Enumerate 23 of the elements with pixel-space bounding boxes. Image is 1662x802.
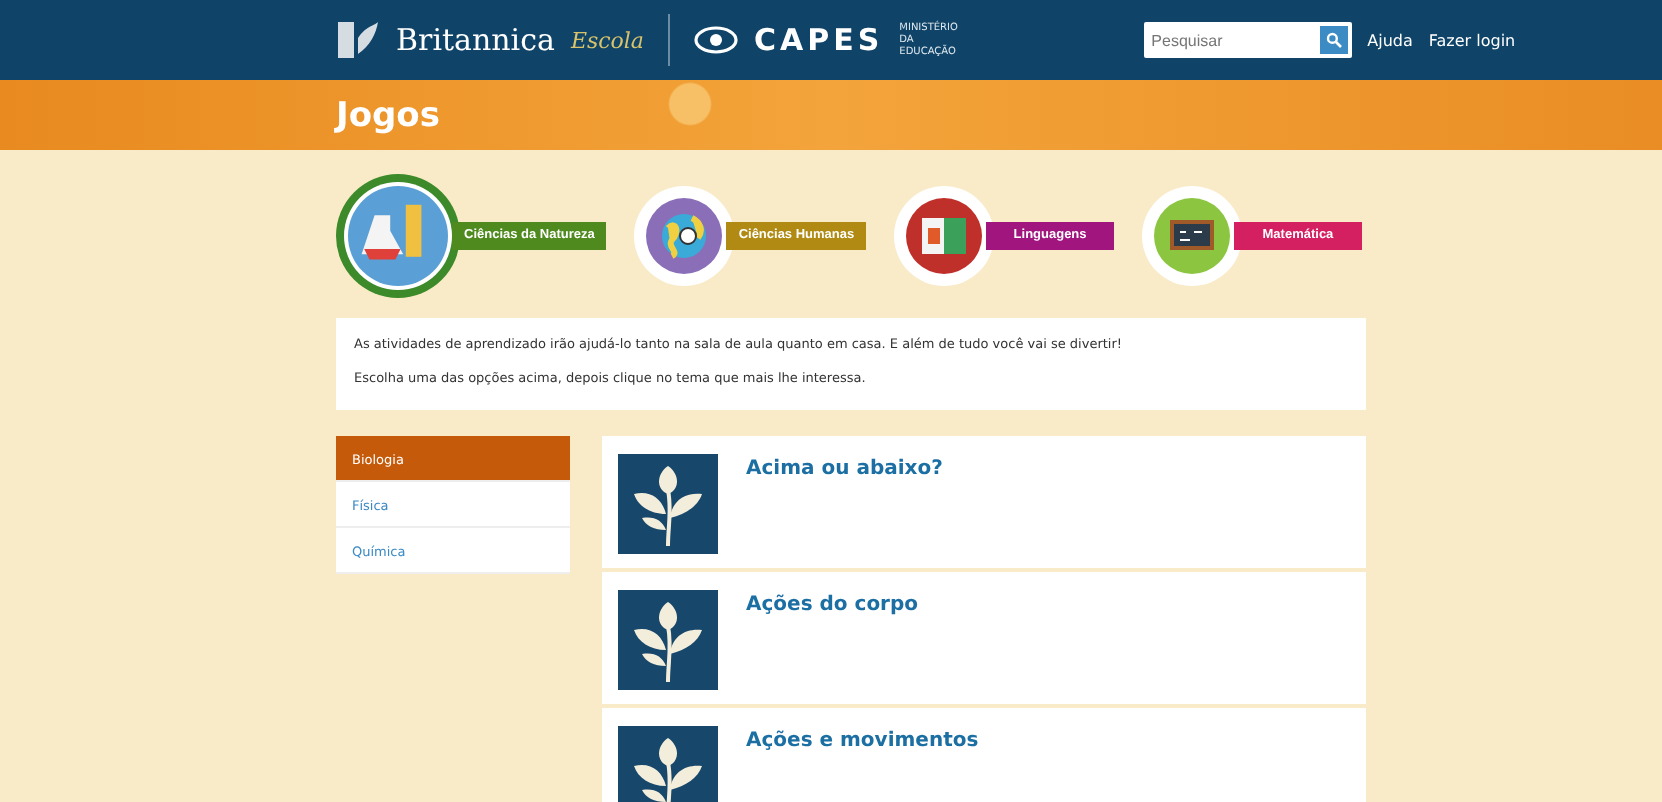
game-title: Acima ou abaixo? (746, 458, 943, 484)
game-title: Ações do corpo (746, 594, 919, 620)
brand-name: Britannica (396, 22, 555, 58)
help-link[interactable]: Ajuda (1367, 31, 1413, 49)
page-title: Jogos (336, 95, 440, 135)
game-card[interactable]: Ações e movimentos (602, 708, 1366, 802)
brand-subtitle: Escola (570, 27, 644, 53)
search-icon (1325, 32, 1342, 48)
partner-name: CAPES (753, 22, 884, 58)
game-card[interactable]: Acima ou abaixo? (602, 436, 1366, 568)
globe-icon (634, 186, 735, 286)
book-icon (894, 186, 995, 286)
plant-icon (618, 454, 718, 554)
search-field[interactable]: Pesquisar (1143, 22, 1352, 58)
flask-icon (336, 174, 460, 298)
search-button[interactable] (1319, 26, 1348, 54)
login-link[interactable]: Fazer login (1428, 31, 1516, 49)
game-card[interactable]: Ações do corpo (602, 572, 1366, 704)
plant-icon (618, 726, 718, 802)
eye-logo-icon (693, 26, 738, 54)
board-icon (1141, 186, 1242, 286)
plant-icon (618, 590, 718, 690)
game-title: Ações e movimentos (746, 730, 979, 756)
